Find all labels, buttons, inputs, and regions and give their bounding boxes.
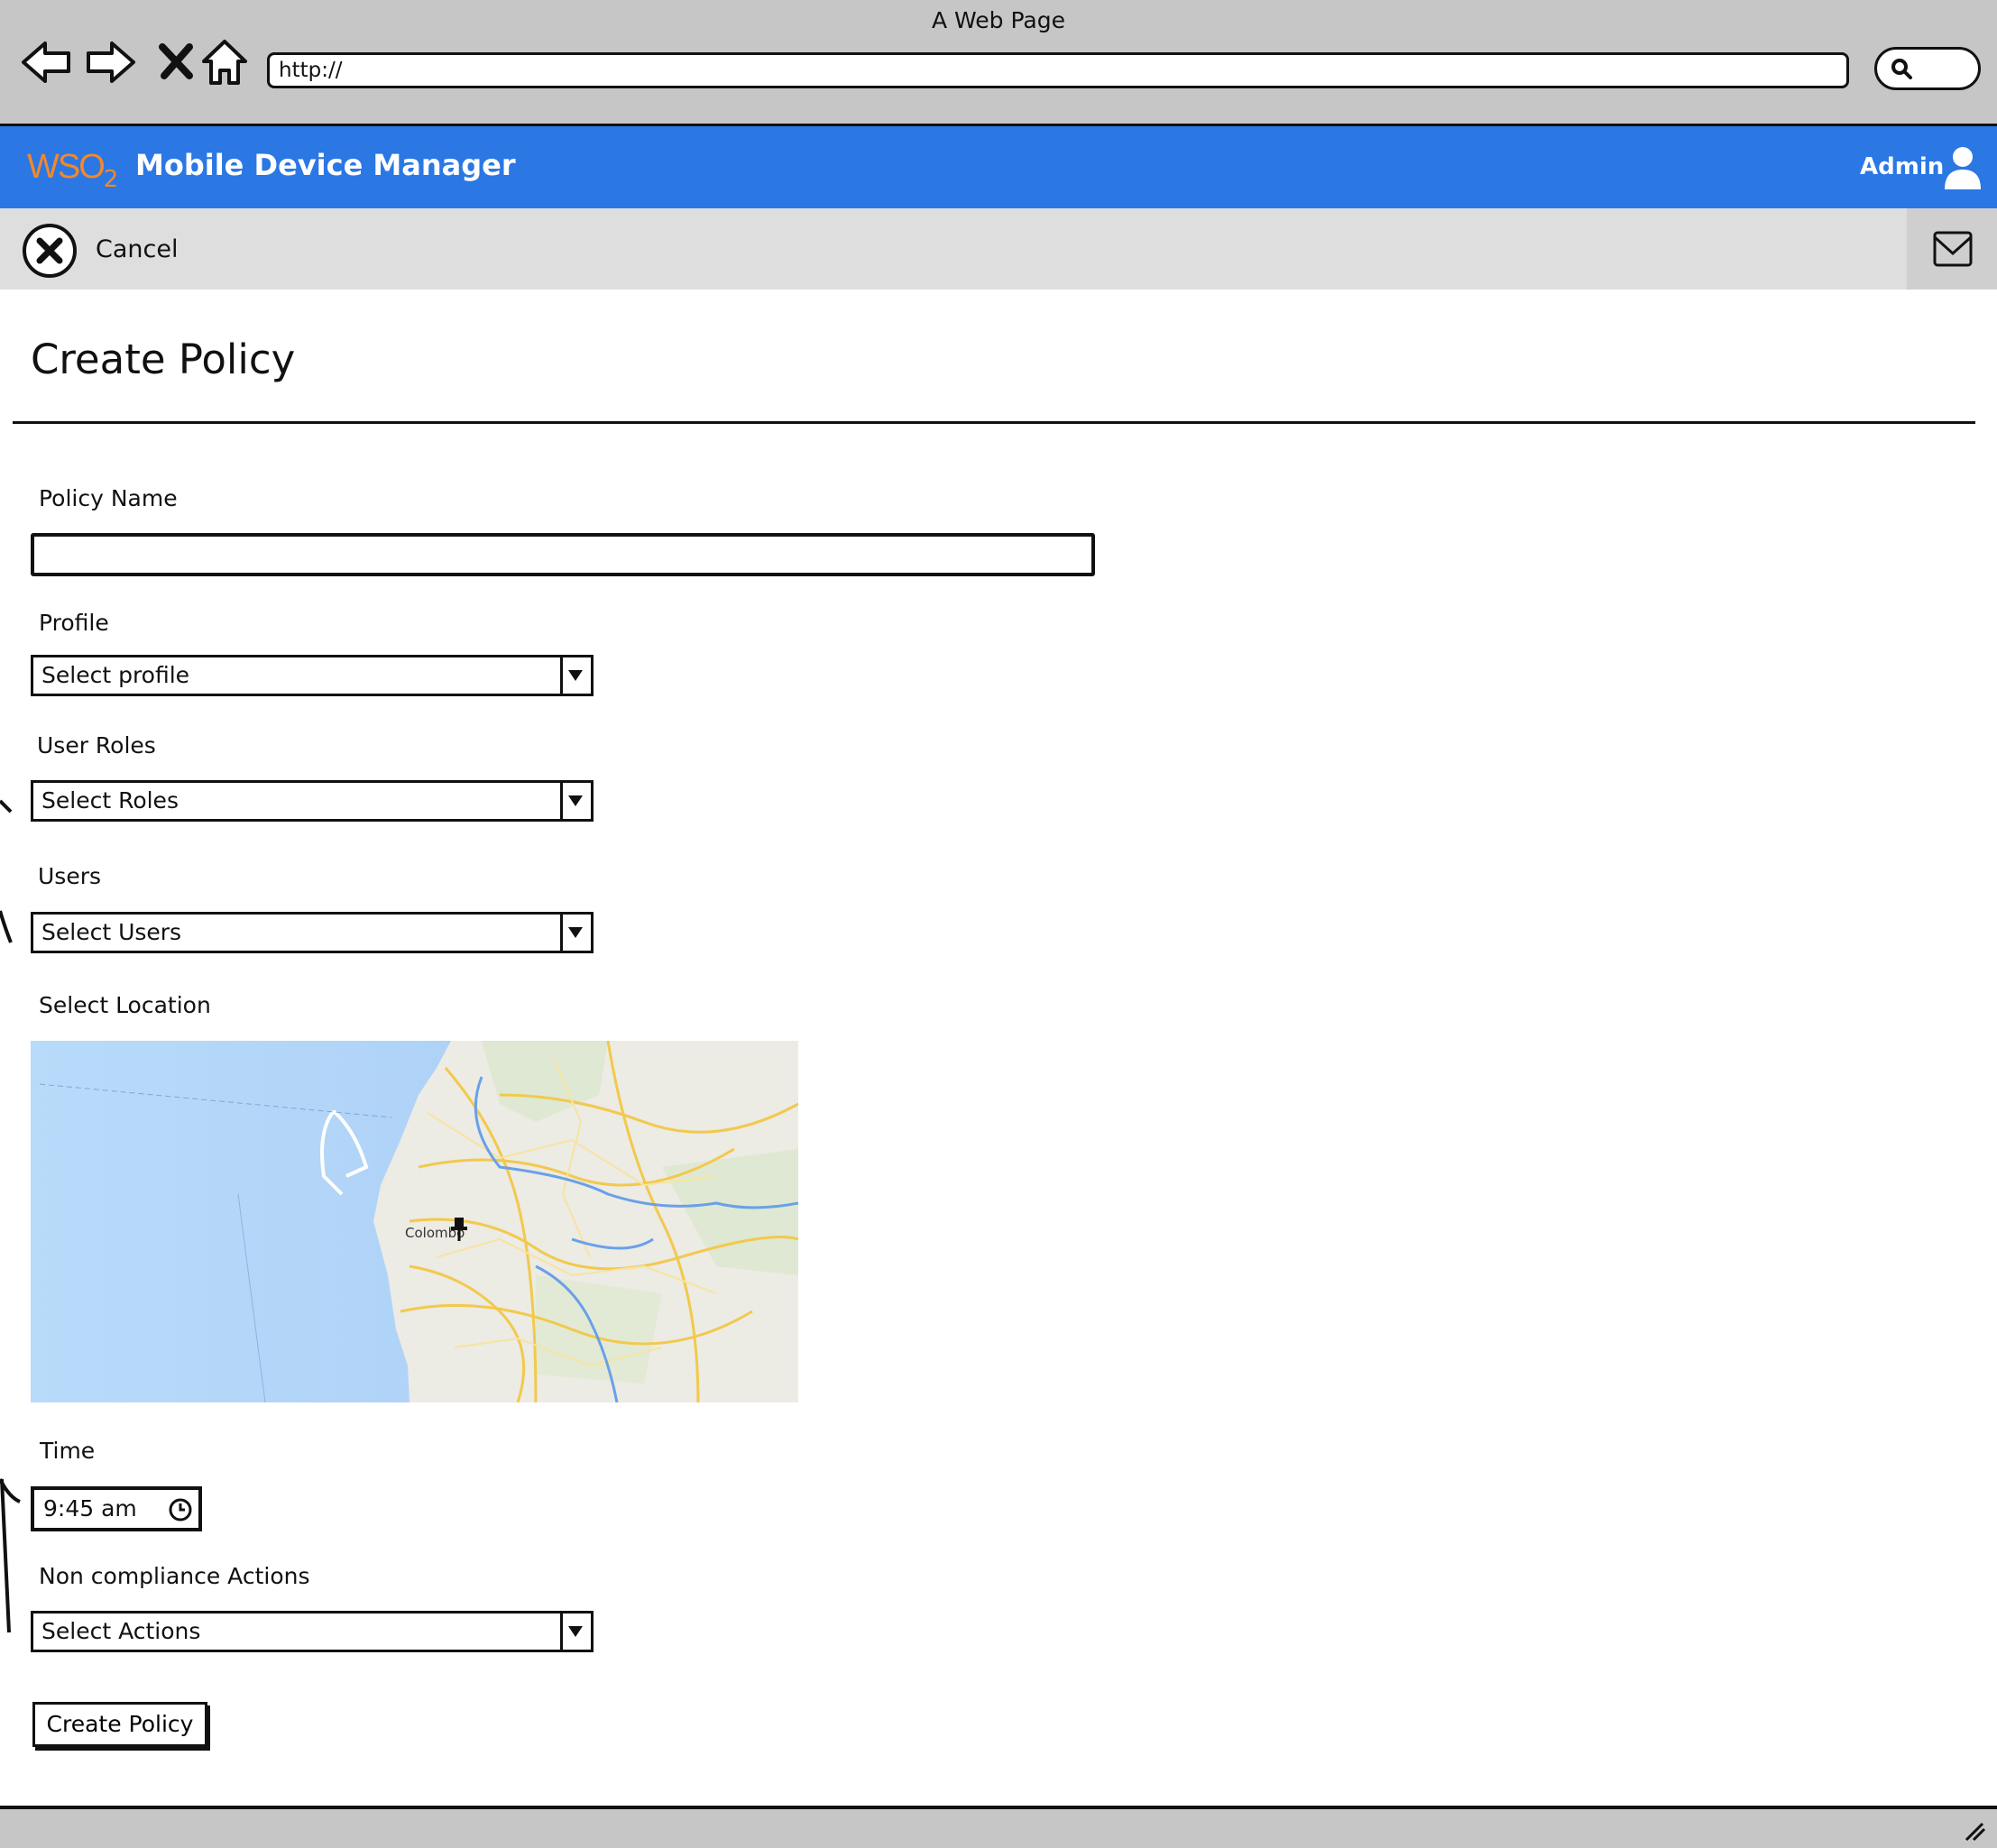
search-icon (1891, 59, 1912, 79)
policy-name-label: Policy Name (39, 485, 178, 511)
chevron-down-icon (568, 1626, 583, 1637)
user-menu-label[interactable]: Admin (1860, 153, 1944, 180)
map-image: Colombo (31, 1041, 798, 1402)
time-input[interactable]: 9:45 am (31, 1486, 202, 1531)
chevron-down-icon (568, 927, 583, 938)
user-icon[interactable] (1943, 144, 1983, 189)
logo-text: WSO (27, 148, 106, 186)
clock-icon[interactable] (168, 1497, 193, 1522)
user-roles-select-value: Select Roles (41, 787, 179, 814)
action-toolbar: Cancel (0, 208, 1997, 290)
browser-status-bar (0, 1806, 1997, 1848)
profile-select-value: Select profile (41, 662, 190, 688)
close-circle-icon (23, 224, 77, 278)
users-select[interactable]: Select Users (31, 912, 594, 953)
forward-arrow-icon[interactable] (83, 34, 139, 90)
non-compliance-actions-label: Non compliance Actions (39, 1563, 310, 1589)
chevron-down-icon (568, 795, 583, 806)
browser-chrome: A Web Page http:// (0, 0, 1997, 126)
profile-label: Profile (39, 610, 109, 636)
wso2-logo: WSO2 (27, 146, 118, 193)
home-icon[interactable] (197, 34, 253, 90)
app-title: Mobile Device Manager (135, 148, 516, 182)
non-compliance-actions-select[interactable]: Select Actions (31, 1611, 594, 1652)
location-map[interactable]: Colombo (31, 1041, 798, 1402)
mail-icon (1933, 231, 1973, 267)
user-roles-label: User Roles (37, 732, 156, 759)
create-policy-button[interactable]: Create Policy (32, 1702, 207, 1747)
users-select-value: Select Users (41, 919, 182, 945)
address-bar[interactable]: http:// (267, 52, 1849, 88)
time-label: Time (40, 1438, 96, 1464)
user-roles-select[interactable]: Select Roles (31, 780, 594, 822)
back-arrow-icon[interactable] (18, 34, 74, 90)
policy-name-input[interactable] (31, 533, 1095, 576)
select-location-label: Select Location (39, 992, 211, 1018)
chevron-down-icon (568, 670, 583, 681)
actions-select-value: Select Actions (41, 1618, 201, 1644)
title-divider (13, 421, 1975, 424)
sketch-annotation-lines (0, 799, 21, 1633)
page-title: Create Policy (31, 336, 296, 383)
cancel-button[interactable]: Cancel (22, 221, 211, 279)
browser-search[interactable] (1874, 47, 1981, 90)
time-value: 9:45 am (43, 1495, 137, 1522)
users-label: Users (38, 863, 102, 889)
app-header: WSO2 Mobile Device Manager Admin (0, 126, 1997, 208)
mail-button[interactable] (1907, 208, 1997, 290)
profile-select[interactable]: Select profile (31, 655, 594, 696)
logo-sub: 2 (103, 166, 119, 193)
resize-grip-icon[interactable] (1961, 1816, 1988, 1843)
cancel-label: Cancel (96, 235, 179, 263)
browser-title: A Web Page (931, 7, 1066, 33)
